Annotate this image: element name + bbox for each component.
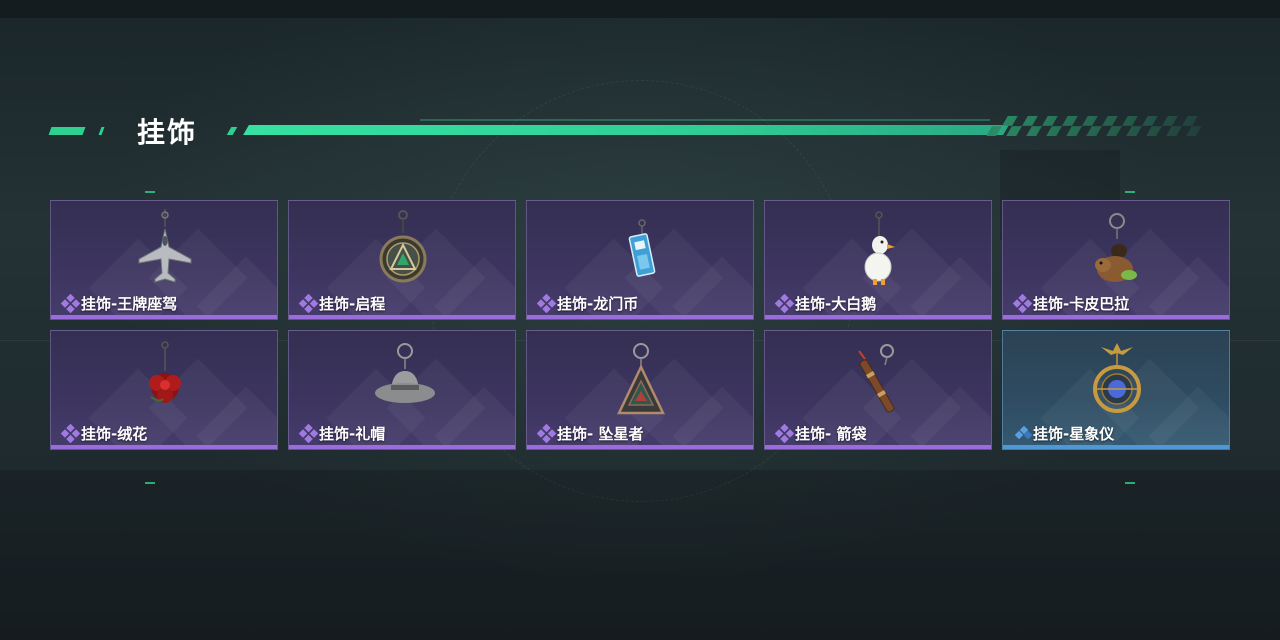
frame-tick [1125,191,1135,193]
section-title: 挂饰 [137,116,198,149]
charm-name: 挂饰- 坠星者 [557,425,644,443]
arrow-quiver-charm-icon [858,344,895,413]
astrolabe-charm-icon [1093,343,1141,413]
charm-name: 挂饰-启程 [319,295,386,313]
charm-name: 挂饰-王牌座驾 [81,295,178,313]
frame-tick [1125,482,1135,484]
charm-card[interactable]: 挂饰-大白鹅 [764,200,992,320]
round-medallion-charm-icon [379,210,427,283]
white-goose-charm-icon [864,211,895,285]
charm-card[interactable]: 挂饰-星象仪 [1002,330,1230,450]
triangle-pendant-charm-icon [617,343,665,415]
charm-name: 挂饰-星象仪 [1033,425,1115,443]
purple-rarity-icon [299,424,319,444]
charm-name: 挂饰-卡皮巴拉 [1033,295,1130,313]
frame-tick [145,191,155,193]
rarity-bar [1003,315,1229,319]
purple-rarity-icon [1013,294,1033,314]
charm-name: 挂饰- 箭袋 [795,425,867,443]
red-flower-charm-icon [149,341,181,403]
card-tag-charm-icon [628,219,656,277]
rarity-bar [51,445,277,449]
charm-grid: 挂饰-王牌座驾 挂饰-启程 挂饰-龙门币 挂饰-大白鹅 挂饰-卡皮巴拉 挂饰-绒… [50,200,1230,450]
charm-name: 挂饰-龙门币 [557,295,639,313]
purple-rarity-icon [775,424,795,444]
grey-hat-charm-icon [375,343,435,403]
rarity-bar [289,445,515,449]
jet-plane-charm-icon [138,209,192,283]
charm-card[interactable]: 挂饰-王牌座驾 [50,200,278,320]
header-checker-pattern [986,116,1208,136]
purple-rarity-icon [537,294,557,314]
purple-rarity-icon [61,294,81,314]
rarity-bar [527,315,753,319]
charm-card[interactable]: 挂饰-启程 [288,200,516,320]
rarity-bar [765,445,991,449]
header-decor-bar [243,125,1009,135]
rarity-bar [765,315,991,319]
purple-rarity-icon [775,294,795,314]
rarity-bar [527,445,753,449]
charm-name: 挂饰-绒花 [81,425,148,443]
rarity-bar [1003,445,1229,449]
blue-rarity-icon [1014,425,1033,440]
background-ground [0,470,1280,640]
purple-rarity-icon [61,424,81,444]
capybara-charm-icon [1095,213,1137,282]
charm-name: 挂饰-礼帽 [319,425,386,443]
header-decor-dash [98,127,105,135]
purple-rarity-icon [299,294,319,314]
charm-card[interactable]: 挂饰-龙门币 [526,200,754,320]
rarity-bar [51,315,277,319]
charm-card[interactable]: 挂饰-卡皮巴拉 [1002,200,1230,320]
charm-card[interactable]: 挂饰-绒花 [50,330,278,450]
charm-name: 挂饰-大白鹅 [795,295,877,313]
header-decor-dash [48,127,86,135]
frame-tick [145,482,155,484]
charm-card[interactable]: 挂饰- 坠星者 [526,330,754,450]
charm-card[interactable]: 挂饰- 箭袋 [764,330,992,450]
purple-rarity-icon [537,424,557,444]
rarity-bar [289,315,515,319]
header-decor-dash [226,127,238,135]
header-decor-line [420,119,990,121]
top-bar [0,0,1280,18]
charm-card[interactable]: 挂饰-礼帽 [288,330,516,450]
